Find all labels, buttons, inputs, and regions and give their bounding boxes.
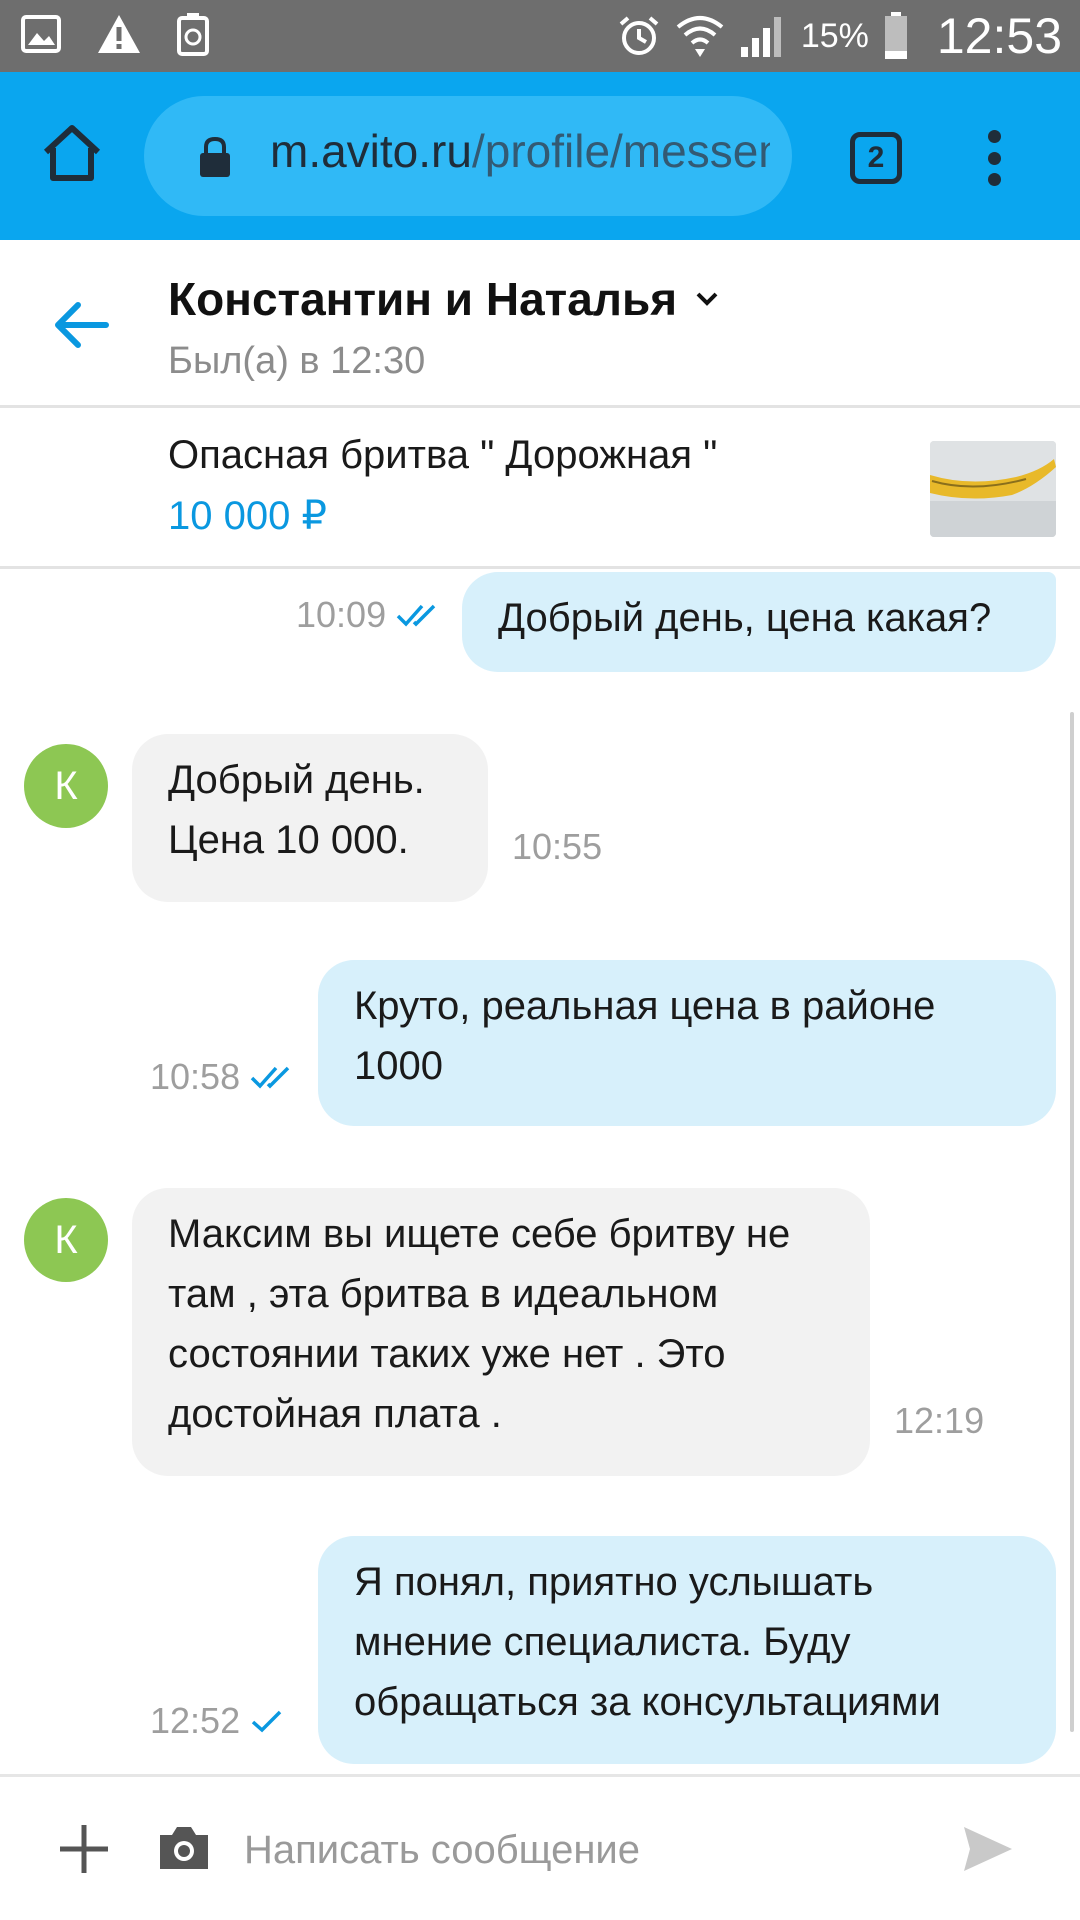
message-list[interactable]: 10:09 Добрый день, цена какая? К Добрый … (0, 572, 1080, 1774)
incoming-message[interactable]: Максим вы ищете себе бритву не там , эта… (132, 1188, 870, 1476)
wifi-icon (676, 16, 724, 57)
scrollbar[interactable] (1070, 712, 1074, 1732)
message-time: 12:52 (150, 1700, 284, 1742)
message-line: состоянии таких уже нет . Это (168, 1332, 726, 1376)
lock-icon (200, 136, 230, 177)
message-line: там , эта бритва в идеальном (168, 1272, 719, 1316)
message-line: достойная плата . (168, 1392, 502, 1436)
message-time-text: 10:09 (296, 594, 387, 635)
double-check-icon (250, 1066, 290, 1089)
message-time-text: 12:52 (150, 1700, 241, 1741)
avatar[interactable]: К (24, 744, 108, 828)
url-host: m.avito.ru (270, 125, 472, 177)
tab-switcher-button[interactable]: 2 (850, 132, 902, 184)
message-line: Круто, реальная цена в районе (354, 984, 936, 1028)
incoming-message[interactable]: Добрый день. Цена 10 000. (132, 734, 488, 902)
outgoing-message[interactable]: Круто, реальная цена в районе 1000 (318, 960, 1056, 1126)
url-path: /profile/messenger (471, 125, 770, 177)
chevron-down-icon (696, 292, 718, 306)
message-composer (0, 1774, 1080, 1920)
chat-title-button[interactable]: Константин и Наталья (168, 272, 719, 326)
message-line: Я понял, приятно услышать (354, 1560, 874, 1604)
message-line: Цена 10 000. (168, 818, 409, 862)
recycle-notification-icon (177, 13, 209, 56)
message-line: мнение специалиста. Буду (354, 1620, 851, 1664)
listing-thumbnail[interactable] (930, 441, 1056, 537)
more-menu-icon[interactable] (986, 130, 1002, 186)
signal-icon (740, 17, 781, 57)
status-bar: 15% 12:53 (0, 0, 1080, 72)
notification-icons (20, 12, 210, 56)
message-line: обращаться за консультациями (354, 1680, 941, 1724)
alarm-icon (619, 16, 659, 55)
home-icon[interactable] (40, 122, 104, 186)
send-icon[interactable] (962, 1825, 1014, 1873)
camera-icon[interactable] (156, 1823, 212, 1873)
message-input[interactable] (244, 1805, 924, 1895)
gallery-notification-icon (21, 15, 61, 53)
listing-title: Опасная бритва " Дорожная " (168, 433, 718, 477)
chat-title: Константин и Наталья (168, 273, 678, 325)
outgoing-message[interactable]: Добрый день, цена какая? (462, 572, 1056, 672)
listing-summary[interactable]: Опасная бритва " Дорожная " 10 000 ₽ (0, 411, 1080, 569)
message-time-text: 10:58 (150, 1056, 241, 1097)
outgoing-message[interactable]: Я понял, приятно услышать мнение специал… (318, 1536, 1056, 1764)
browser-toolbar: m.avito.ru/profile/messenger 2 (0, 72, 1080, 240)
avatar[interactable]: К (24, 1198, 108, 1282)
chat-header: Константин и Наталья Был(а) в 12:30 (0, 240, 1080, 408)
listing-price: 10 000 ₽ (168, 494, 327, 538)
url-text[interactable]: m.avito.ru/profile/messenger (270, 124, 770, 178)
message-time: 12:19 (894, 1400, 985, 1441)
warning-icon (98, 15, 140, 53)
message-time: 10:58 (150, 1056, 294, 1098)
address-bar[interactable]: m.avito.ru/profile/messenger (144, 96, 792, 216)
attach-plus-icon[interactable] (58, 1823, 110, 1875)
message-line: Добрый день. (168, 758, 425, 802)
message-text: Добрый день, цена какая? (498, 596, 992, 640)
clock: 12:53 (936, 8, 1062, 64)
back-arrow-icon[interactable] (52, 300, 112, 350)
message-time: 10:09 (296, 594, 440, 636)
message-line: 1000 (354, 1044, 443, 1088)
message-time: 10:55 (512, 826, 603, 867)
system-icons: 15% 12:53 (617, 0, 1062, 72)
message-line: Максим вы ищете себе бритву не (168, 1212, 791, 1256)
double-check-icon (396, 604, 436, 627)
battery-percent: 15% (800, 16, 869, 55)
battery-icon (884, 12, 907, 59)
last-seen-status: Был(а) в 12:30 (168, 340, 426, 382)
check-icon (251, 1710, 282, 1733)
